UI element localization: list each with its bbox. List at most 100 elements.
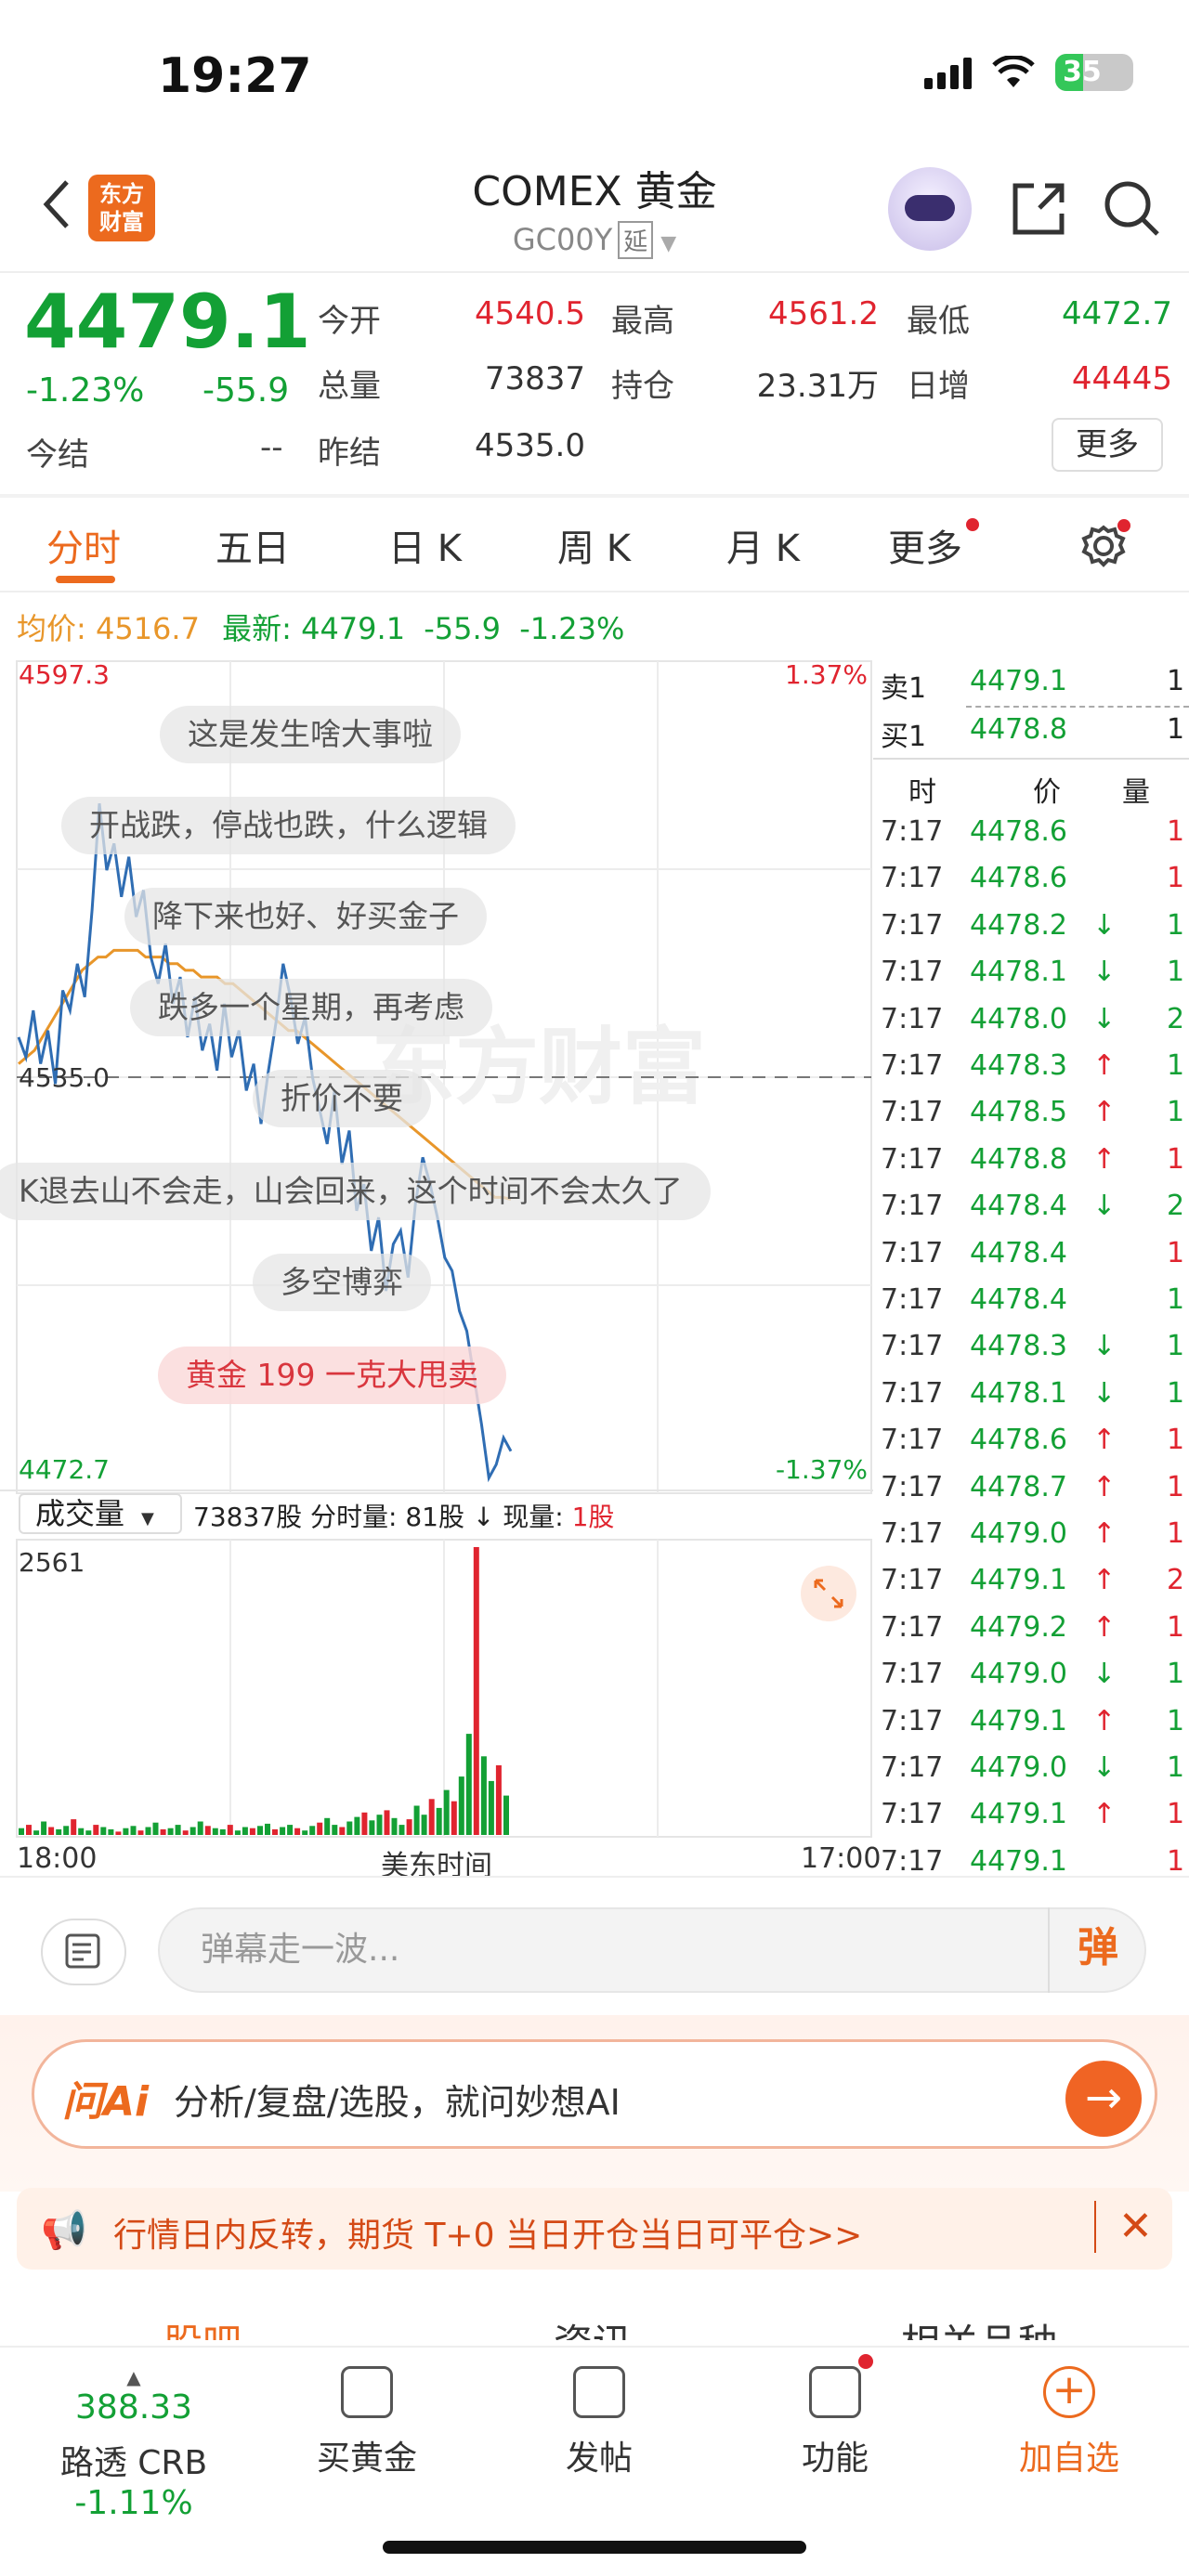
volume-chart[interactable]: 2561 <box>0 1495 873 1839</box>
volume-bar <box>137 1830 144 1835</box>
danmaku-comment[interactable]: 多空博弈 <box>253 1254 431 1311</box>
volume-bar <box>451 1801 457 1835</box>
trade-row: 7:17 4478.2 ↓ 1 <box>881 908 1185 942</box>
tab-daily-k[interactable]: 日 K <box>388 518 462 572</box>
status-icons: 35 <box>924 54 1133 91</box>
volume-bar <box>413 1805 420 1835</box>
add-watchlist-button[interactable]: + 加自选 <box>1000 2366 1139 2479</box>
tab-intraday[interactable]: 分时 <box>46 518 121 572</box>
danmaku-comment-highlight[interactable]: 黄金 199 一克大甩卖 <box>158 1347 506 1404</box>
cellular-signal-icon <box>924 56 972 89</box>
buy-gold-button[interactable]: 买黄金 <box>297 2366 437 2479</box>
volume-bar <box>339 1827 346 1835</box>
danmaku-comment[interactable]: 跌多一个星期，再考虑 <box>130 979 492 1036</box>
trade-row: 7:17 4478.6 1 <box>881 862 1185 895</box>
volume-bar <box>152 1822 159 1835</box>
features-button[interactable]: 功能 <box>765 2354 905 2479</box>
post-button[interactable]: 发帖 <box>529 2366 669 2479</box>
y-bottom-label: 4472.7 <box>19 1454 110 1485</box>
trade-row: 7:17 4479.1 ↑ 1 <box>881 1798 1185 1831</box>
volume-bar <box>265 1823 270 1835</box>
delay-tag: 延 <box>618 221 654 259</box>
volume-bar <box>458 1776 464 1835</box>
volume-bar <box>503 1795 509 1835</box>
battery-icon: 35 <box>1055 54 1133 91</box>
trade-row: 7:17 4479.2 ↑ 1 <box>881 1610 1185 1644</box>
danmaku-comment[interactable]: 这是发生啥大事啦 <box>160 706 461 763</box>
ai-assistant-avatar[interactable] <box>888 167 972 251</box>
volume-bar <box>204 1826 211 1835</box>
volume-bar <box>19 1828 24 1835</box>
header: 东方 财富 COMEX 黄金 GC00Y 延 ▼ <box>0 149 1189 271</box>
wifi-icon <box>992 56 1035 87</box>
volume-bar <box>272 1828 278 1835</box>
trade-row: 7:17 4479.1 ↑ 2 <box>881 1564 1185 1597</box>
prev-settle-label: 昨结 <box>318 435 381 472</box>
danmaku-comment[interactable]: 开战跌，停战也跌，什么逻辑 <box>61 797 516 854</box>
comment-settings-icon[interactable] <box>41 1919 126 1985</box>
tab-monthly-k[interactable]: 月 K <box>726 518 800 572</box>
open-label: 今开 <box>318 303 381 340</box>
high-value: 4561.2 <box>768 295 879 332</box>
volume-bar <box>324 1817 331 1835</box>
crb-index-button[interactable]: ▲ 388.33 路透 CRB -1.11% <box>13 2366 255 2522</box>
volume-bar <box>242 1827 248 1835</box>
ai-ask-box[interactable]: 问Ai 分析/复盘/选股，就问妙想AI → <box>32 2039 1157 2149</box>
arrow-right-icon[interactable]: → <box>1065 2061 1142 2137</box>
danmaku-input[interactable]: 弹幕走一波... <box>158 1907 1146 1993</box>
ask-1-row: 卖1 4479.1 1 <box>881 665 1185 705</box>
grid-icon <box>809 2354 873 2418</box>
open-value: 4540.5 <box>475 295 585 332</box>
volume-bar <box>369 1820 375 1835</box>
trade-row: 7:17 4479.0 ↓ 1 <box>881 1658 1185 1691</box>
bid-1-row: 买1 4478.8 1 <box>881 713 1185 753</box>
volume-bar <box>488 1780 494 1835</box>
average-price-row: 均价: 4516.7 最新: 4479.1 -55.9 -1.23% <box>17 611 625 646</box>
tab-five-day[interactable]: 五日 <box>216 518 290 572</box>
search-icon[interactable] <box>1102 178 1163 240</box>
settings-gear-icon[interactable] <box>1078 516 1133 572</box>
expand-icon[interactable] <box>801 1566 856 1621</box>
trade-row: 7:17 4478.4 1 <box>881 1283 1185 1316</box>
tab-news[interactable]: 资讯 <box>554 2312 632 2340</box>
tab-forum[interactable]: 股吧 <box>163 2312 242 2340</box>
volume-bar <box>384 1810 390 1835</box>
danmaku-comment[interactable]: K退去山不会走，山会回来，这个时间不会太久了 <box>0 1163 711 1220</box>
tab-related[interactable]: 相关品种 <box>901 2312 1057 2340</box>
volume-bar <box>234 1830 241 1835</box>
volume-bar <box>41 1821 47 1835</box>
tab-weekly-k[interactable]: 周 K <box>557 518 631 572</box>
volume-bar <box>332 1825 338 1835</box>
pct-bottom-label: -1.37% <box>776 1454 868 1485</box>
axis-start-time: 18:00 <box>17 1842 98 1875</box>
danmaku-toggle-button[interactable]: 弹 <box>1048 1907 1146 1993</box>
volume-bar <box>123 1828 129 1835</box>
promo-banner[interactable]: 📢 行情日内反转，期货 T+0 当日开仓当日可平仓>> ✕ <box>17 2188 1172 2270</box>
volume-bar <box>436 1807 442 1835</box>
volume-bar <box>63 1826 70 1835</box>
low-label: 最低 <box>907 303 970 340</box>
trade-row: 7:17 4478.3 ↑ 1 <box>881 1049 1185 1082</box>
danmaku-comment[interactable]: 折价不要 <box>253 1070 431 1127</box>
share-icon[interactable] <box>1008 178 1069 240</box>
y-mid-label: 4535.0 <box>19 1062 110 1093</box>
volume-bar <box>421 1815 427 1835</box>
ai-section: 问Ai 分析/复盘/选股，就问妙想AI → <box>0 2015 1189 2192</box>
volume-bar <box>294 1828 301 1835</box>
open-interest-label: 持仓 <box>611 368 674 405</box>
open-interest-value: 23.31万 <box>756 368 879 405</box>
status-time: 19:27 <box>158 48 312 104</box>
danmaku-comment[interactable]: 降下来也好、好买金子 <box>124 888 487 945</box>
tab-more[interactable]: 更多 <box>888 518 979 572</box>
volume-ymax-label: 2561 <box>19 1547 85 1578</box>
volume-bar <box>302 1830 308 1835</box>
more-quote-button[interactable]: 更多 <box>1052 418 1163 472</box>
edit-icon <box>573 2366 625 2418</box>
close-icon[interactable]: ✕ <box>1094 2201 1153 2253</box>
volume-bar <box>167 1828 174 1835</box>
last-price: 4479.1 <box>24 279 311 365</box>
change-amount: -55.9 <box>203 371 290 410</box>
volume-bar <box>443 1789 450 1835</box>
chart-icon <box>341 2366 393 2418</box>
volume-bar <box>189 1827 196 1835</box>
